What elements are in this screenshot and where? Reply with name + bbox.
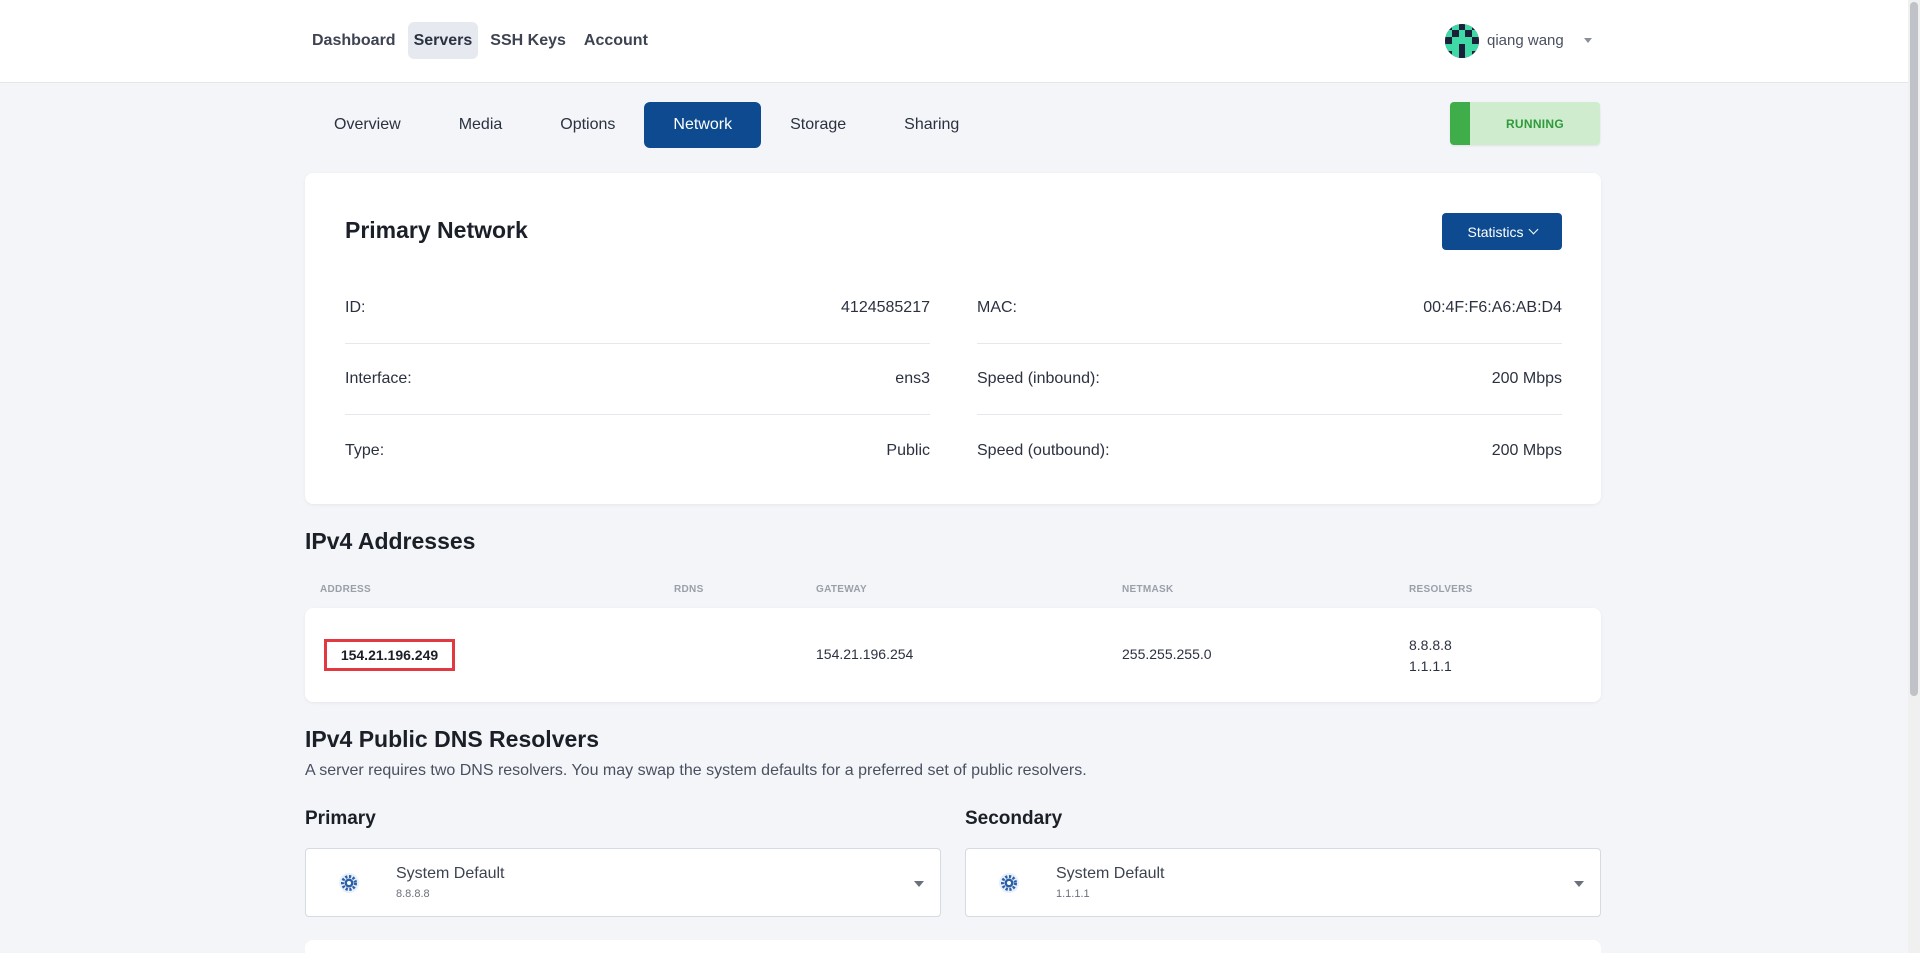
- detail-row-interface: Interface: ens3: [345, 344, 930, 415]
- col-rdns: RDNS: [674, 584, 704, 595]
- detail-row-speed-outbound: Speed (outbound): 200 Mbps: [977, 415, 1562, 486]
- table-row: 154.21.196.249 154.21.196.254 255.255.25…: [305, 608, 1601, 702]
- detail-row-type: Type: Public: [345, 415, 930, 486]
- tab-overview[interactable]: Overview: [305, 102, 430, 148]
- col-resolvers: RESOLVERS: [1409, 584, 1473, 595]
- scroll-thumb[interactable]: [1910, 2, 1918, 696]
- top-bar: Dashboard Servers SSH Keys Account qiang…: [0, 0, 1908, 83]
- nav-ssh-keys[interactable]: SSH Keys: [484, 22, 572, 59]
- primary-dns-select[interactable]: System Default 8.8.8.8: [305, 848, 941, 917]
- ipv4-title: IPv4 Addresses: [305, 528, 476, 554]
- nav-dashboard[interactable]: Dashboard: [306, 22, 402, 59]
- detail-value: 200 Mbps: [1491, 370, 1562, 387]
- dns-title: IPv4 Public DNS Resolvers: [305, 726, 600, 752]
- tab-network[interactable]: Network: [644, 102, 762, 148]
- status-badge: RUNNING: [1450, 102, 1600, 145]
- selected-value: System Default: [396, 865, 505, 882]
- secondary-dns-select[interactable]: System Default 1.1.1.1: [965, 848, 1601, 917]
- detail-value: ens3: [895, 370, 930, 387]
- primary-network-card: Primary Network Statistics ID: 412458521…: [305, 173, 1601, 504]
- netmask-value: 255.255.255.0: [1122, 646, 1212, 662]
- detail-row-speed-inbound: Speed (inbound): 200 Mbps: [977, 344, 1562, 415]
- gear-icon: [999, 873, 1019, 893]
- primary-label: Primary: [305, 808, 376, 829]
- selected-value: System Default: [1056, 865, 1165, 882]
- resolvers-value: 8.8.8.8 1.1.1.1: [1409, 635, 1452, 677]
- nav-servers[interactable]: Servers: [407, 22, 479, 59]
- col-netmask: NETMASK: [1122, 584, 1174, 595]
- selected-ip: 8.8.8.8: [396, 888, 430, 900]
- detail-key: Speed (inbound):: [977, 370, 1100, 387]
- detail-key: Speed (outbound):: [977, 441, 1110, 459]
- tab-media[interactable]: Media: [430, 102, 532, 148]
- ip-address[interactable]: 154.21.196.249: [324, 639, 455, 671]
- main-nav: Dashboard Servers SSH Keys Account: [306, 22, 654, 59]
- statistics-label: Statistics: [1467, 223, 1524, 240]
- chevron-down-icon: [1583, 38, 1592, 43]
- tab-storage[interactable]: Storage: [761, 102, 875, 148]
- col-address: ADDRESS: [320, 584, 371, 595]
- gear-icon: [339, 873, 359, 893]
- user-name: qiang wang: [1487, 32, 1564, 49]
- chevron-down-icon: [1574, 881, 1584, 887]
- status-indicator: [1450, 102, 1470, 145]
- detail-key: ID:: [345, 299, 366, 316]
- detail-value: 00:4F:F6:A6:AB:D4: [1423, 299, 1562, 316]
- chevron-down-icon: [1528, 224, 1538, 235]
- detail-key: MAC:: [977, 299, 1017, 316]
- server-tabs: Overview Media Options Network Storage S…: [305, 102, 988, 148]
- dns-description: A server requires two DNS resolvers. You…: [305, 762, 1087, 779]
- detail-row-mac: MAC: 00:4F:F6:A6:AB:D4: [977, 273, 1562, 344]
- gateway-value: 154.21.196.254: [816, 646, 914, 662]
- detail-row-id: ID: 4124585217: [345, 273, 930, 344]
- detail-value: 4124585217: [841, 299, 930, 316]
- detail-value: 200 Mbps: [1491, 441, 1562, 459]
- card-title: Primary Network: [345, 217, 528, 243]
- detail-value: Public: [886, 441, 930, 459]
- tab-sharing[interactable]: Sharing: [875, 102, 988, 148]
- user-menu[interactable]: qiang wang: [1445, 22, 1592, 59]
- secondary-label: Secondary: [965, 808, 1063, 829]
- selected-ip: 1.1.1.1: [1056, 888, 1090, 900]
- avatar: [1445, 23, 1479, 58]
- detail-key: Interface:: [345, 370, 412, 387]
- col-gateway: GATEWAY: [816, 584, 867, 595]
- tab-options[interactable]: Options: [531, 102, 644, 148]
- page-scrollbar[interactable]: [1908, 0, 1920, 953]
- chevron-down-icon: [914, 881, 924, 887]
- detail-key: Type:: [345, 441, 385, 459]
- resolver-1: 8.8.8.8: [1409, 637, 1452, 653]
- resolver-2: 1.1.1.1: [1409, 658, 1452, 674]
- statistics-button[interactable]: Statistics: [1442, 213, 1562, 250]
- status-label: RUNNING: [1505, 116, 1565, 131]
- nav-account[interactable]: Account: [578, 22, 654, 59]
- next-section-card: [305, 940, 1601, 953]
